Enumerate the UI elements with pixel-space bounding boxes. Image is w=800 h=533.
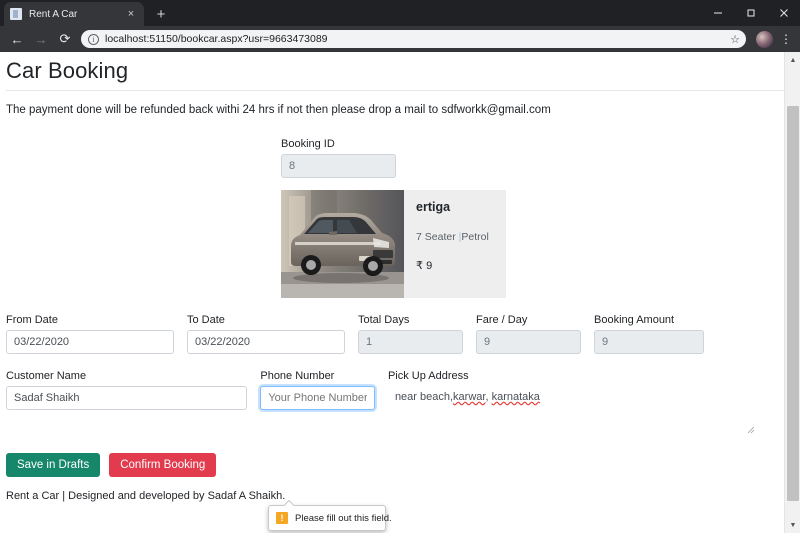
total-days-group: Total Days (358, 314, 463, 354)
total-days-label: Total Days (358, 314, 410, 326)
phone-number-group: Phone Number (260, 370, 375, 436)
close-icon[interactable] (767, 0, 800, 26)
total-days-input[interactable] (358, 330, 463, 354)
booking-id-input[interactable] (281, 154, 396, 178)
minimize-icon[interactable] (701, 0, 734, 26)
maximize-icon[interactable] (734, 0, 767, 26)
scroll-down-icon[interactable]: ▼ (785, 517, 800, 533)
booking-amount-label: Booking Amount (594, 314, 675, 326)
document-icon (10, 8, 22, 20)
scrollbar-track[interactable] (785, 68, 800, 517)
browser-tab[interactable]: Rent A Car × (4, 2, 144, 26)
car-specs: 7 Seater |Petrol (416, 231, 506, 243)
ertiga-car-photo (281, 190, 404, 298)
vertical-scrollbar[interactable]: ▲ ▼ (784, 52, 800, 533)
car-price-value: 9 (426, 260, 433, 272)
address-text-part1: near beach, (394, 391, 454, 403)
validation-tooltip-text: Please fill out this field. (295, 512, 392, 524)
to-date-group: To Date (187, 314, 345, 354)
browser-window: Rent A Car × + ← → ⟳ i localhost:51150/b… (0, 0, 800, 533)
fare-per-day-label: Fare / Day (476, 314, 528, 326)
scroll-up-icon[interactable]: ▲ (785, 52, 800, 68)
dates-row: From Date To Date Total Days Fare / Day … (6, 314, 770, 354)
customer-row: Customer Name Phone Number Pick Up Addre… (6, 370, 770, 436)
from-date-group: From Date (6, 314, 174, 354)
booking-amount-input[interactable] (594, 330, 704, 354)
car-photo-svg (281, 190, 404, 298)
new-tab-button[interactable]: + (148, 4, 174, 26)
window-controls (701, 0, 800, 26)
car-name: ertiga (416, 200, 451, 214)
customer-name-group: Customer Name (6, 370, 248, 436)
pickup-address-textarea[interactable]: near beach,karwar, karnataka (388, 386, 757, 436)
booking-amount-group: Booking Amount (594, 314, 704, 354)
from-date-label: From Date (6, 314, 58, 326)
page-content: Car Booking The payment done will be ref… (0, 52, 786, 533)
close-icon[interactable]: × (124, 7, 138, 21)
to-date-label: To Date (187, 314, 225, 326)
fare-per-day-input[interactable] (476, 330, 581, 354)
address-text-misspelled-karwar: karwar (453, 391, 486, 403)
page-title: Car Booking (6, 58, 129, 83)
fare-per-day-group: Fare / Day (476, 314, 581, 354)
site-info-icon[interactable]: i (88, 33, 99, 45)
title-divider (6, 90, 786, 91)
car-info: ertiga 7 Seater |Petrol ₹ 9 (404, 190, 506, 298)
phone-number-input[interactable] (260, 386, 375, 410)
tooltip-arrow-icon (283, 500, 295, 506)
address-bar[interactable]: i localhost:51150/bookcar.aspx?usr=96634… (81, 30, 746, 48)
pickup-address-label: Pick Up Address (387, 370, 469, 382)
to-date-input[interactable] (187, 330, 345, 354)
tab-title: Rent A Car (29, 8, 78, 20)
page-footer: Rent a Car | Designed and developed by S… (6, 490, 286, 502)
save-in-drafts-button[interactable]: Save in Drafts (6, 453, 101, 477)
validation-tooltip: ! Please fill out this field. (268, 505, 392, 531)
warning-icon: ! (276, 512, 288, 524)
reload-icon[interactable]: ⟳ (54, 28, 76, 50)
car-price: ₹ 9 (416, 259, 506, 272)
browser-toolbar: ← → ⟳ i localhost:51150/bookcar.aspx?usr… (0, 26, 800, 52)
pickup-address-group: Pick Up Address near beach,karwar, karna… (388, 370, 757, 436)
browser-menu-icon[interactable]: ⋮ (778, 30, 794, 48)
booking-id-group: Booking ID (6, 138, 770, 178)
confirm-booking-button[interactable]: Confirm Booking (109, 453, 217, 477)
avatar[interactable] (756, 30, 773, 48)
phone-number-label: Phone Number (260, 370, 335, 382)
address-text-misspelled-karnataka: karnataka (491, 391, 540, 403)
form-actions: Save in Drafts Confirm Booking (6, 453, 770, 477)
customer-name-input[interactable] (6, 386, 248, 410)
page-viewport: Car Booking The payment done will be ref… (0, 52, 800, 533)
back-icon[interactable]: ← (6, 28, 28, 50)
car-seats: 7 Seater (416, 231, 456, 243)
from-date-input[interactable] (6, 330, 174, 354)
scrollbar-thumb[interactable] (787, 106, 799, 501)
bookmark-star-icon[interactable]: ☆ (730, 33, 740, 46)
car-card: ertiga 7 Seater |Petrol ₹ 9 (281, 190, 506, 298)
customer-name-label: Customer Name (6, 370, 87, 382)
address-bar-url: localhost:51150/bookcar.aspx?usr=9663473… (105, 33, 328, 45)
rupee-icon: ₹ (416, 260, 423, 272)
refund-notice: The payment done will be refunded back w… (6, 104, 551, 116)
booking-id-label: Booking ID (281, 138, 335, 150)
car-fuel: Petrol (461, 231, 489, 243)
tab-strip: Rent A Car × + (0, 0, 800, 26)
forward-icon[interactable]: → (30, 28, 52, 50)
